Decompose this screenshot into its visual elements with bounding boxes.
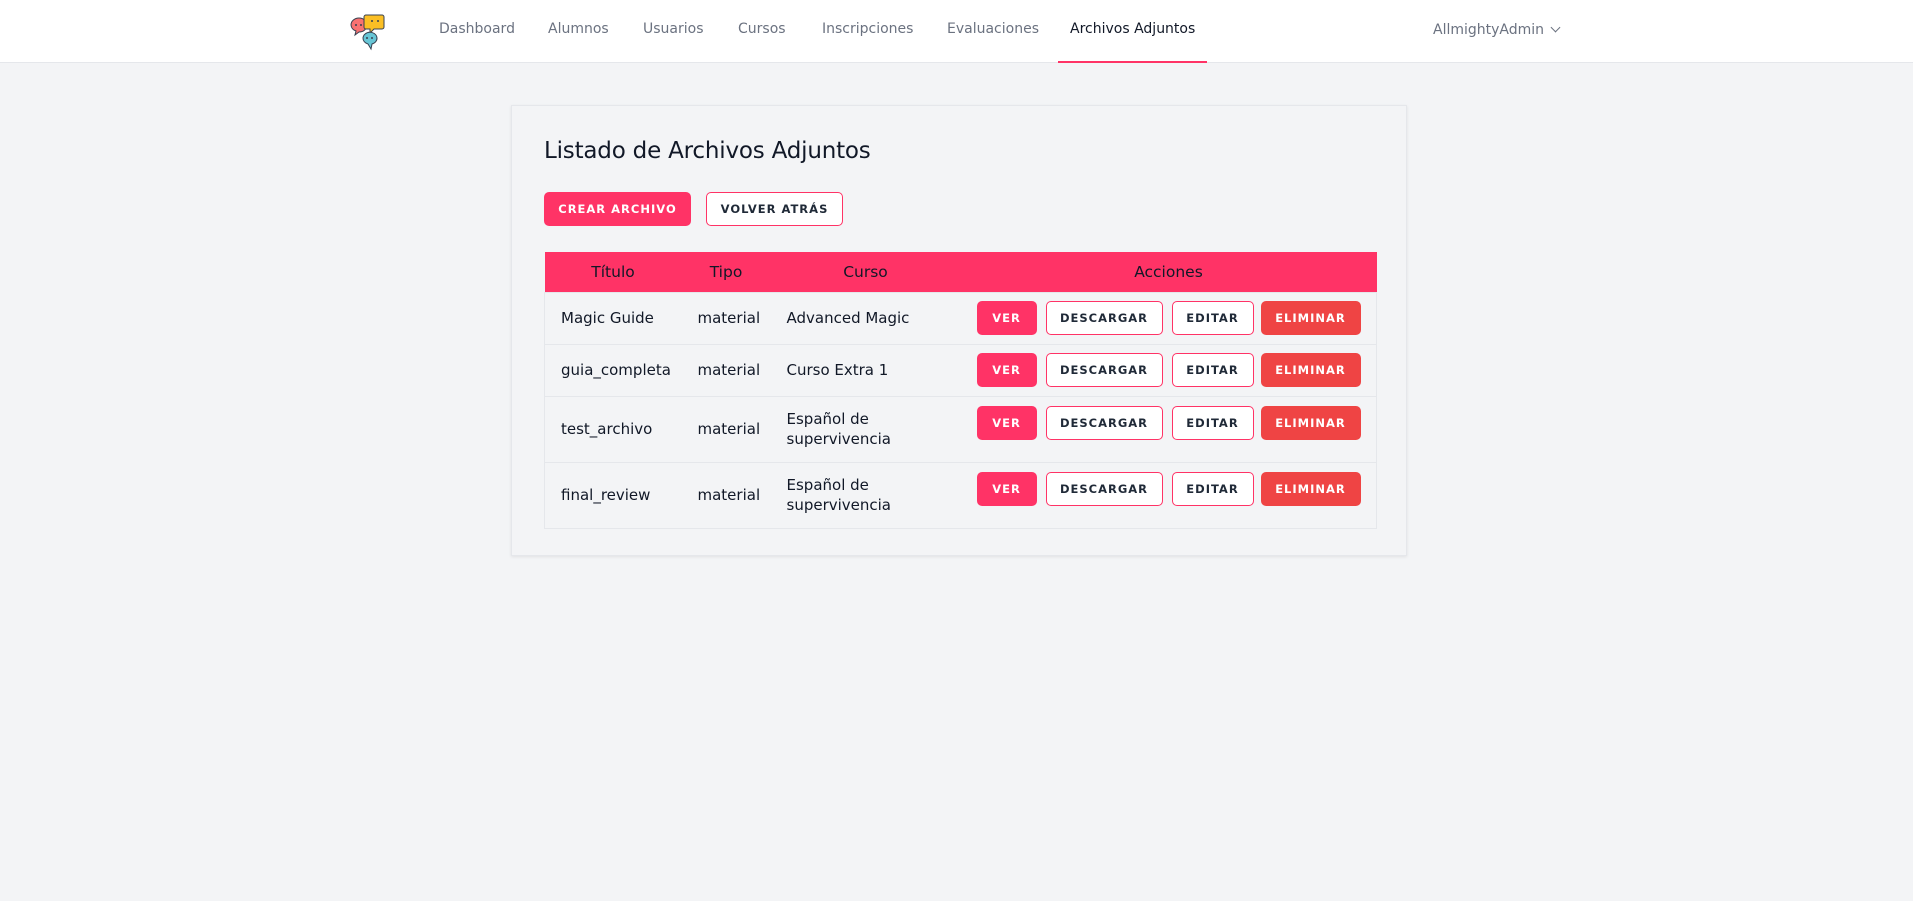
nav-evaluaciones[interactable]: Evaluaciones: [947, 0, 1039, 63]
table-row: final_review material Español de supervi…: [544, 461, 1377, 529]
column-header-acciones: Acciones: [960, 252, 1377, 292]
user-name: AllmightyAdmin: [1433, 22, 1545, 38]
cell-curso: Curso Extra 1: [770, 343, 961, 396]
nav-usuarios[interactable]: Usuarios: [643, 0, 704, 63]
view-button[interactable]: VER: [976, 405, 1037, 440]
view-button[interactable]: VER: [976, 301, 1037, 335]
page-title: Listado de Archivos Adjuntos: [544, 138, 871, 164]
attachments-card: Listado de Archivos Adjuntos CREAR ARCHI…: [511, 105, 1407, 556]
create-file-button[interactable]: CREAR ARCHIVO: [544, 192, 691, 226]
delete-button[interactable]: ELIMINAR: [1260, 301, 1361, 335]
download-button[interactable]: DESCARGAR: [1045, 301, 1163, 335]
cell-tipo: material: [681, 461, 771, 529]
nav-alumnos[interactable]: Alumnos: [548, 0, 609, 63]
column-header-tipo: Tipo: [681, 252, 771, 292]
delete-button[interactable]: ELIMINAR: [1260, 353, 1361, 387]
cell-titulo: final_review: [544, 461, 682, 529]
column-header-titulo: Título: [544, 252, 682, 292]
column-header-curso: Curso: [770, 252, 961, 292]
download-button[interactable]: DESCARGAR: [1045, 353, 1163, 387]
view-button[interactable]: VER: [976, 353, 1037, 387]
cell-actions: VER DESCARGAR EDITAR ELIMINAR: [960, 291, 1377, 344]
app-logo-icon[interactable]: [347, 11, 389, 51]
cell-titulo: Magic Guide: [544, 291, 682, 344]
cell-actions: VER DESCARGAR EDITAR ELIMINAR: [960, 395, 1377, 462]
download-button[interactable]: DESCARGAR: [1045, 405, 1163, 440]
chevron-down-icon: [1550, 22, 1561, 33]
top-navbar: Dashboard Alumnos Usuarios Cursos Inscri…: [0, 0, 1913, 63]
cell-titulo: test_archivo: [544, 395, 682, 462]
nav-archivos-adjuntos[interactable]: Archivos Adjuntos: [1057, 0, 1208, 63]
cell-curso: Español de supervivencia: [770, 461, 961, 529]
delete-button[interactable]: ELIMINAR: [1260, 471, 1361, 506]
table-row: guia_completa material Curso Extra 1 VER…: [544, 343, 1377, 396]
nav-cursos[interactable]: Cursos: [738, 0, 786, 63]
cell-tipo: material: [681, 291, 771, 344]
download-button[interactable]: DESCARGAR: [1045, 471, 1163, 506]
nav-inscripciones[interactable]: Inscripciones: [822, 0, 913, 63]
back-button[interactable]: VOLVER ATRÁS: [706, 192, 843, 226]
view-button[interactable]: VER: [976, 471, 1037, 506]
table-row: test_archivo material Español de supervi…: [544, 395, 1377, 462]
delete-button[interactable]: ELIMINAR: [1260, 405, 1361, 440]
attachments-table: Título Tipo Curso Acciones Magic Guide m…: [544, 252, 1377, 529]
cell-actions: VER DESCARGAR EDITAR ELIMINAR: [960, 343, 1377, 396]
edit-button[interactable]: EDITAR: [1171, 301, 1254, 335]
edit-button[interactable]: EDITAR: [1171, 405, 1254, 440]
cell-tipo: material: [681, 395, 771, 462]
cell-tipo: material: [681, 343, 771, 396]
nav-dashboard[interactable]: Dashboard: [439, 0, 515, 63]
cell-actions: VER DESCARGAR EDITAR ELIMINAR: [960, 461, 1377, 529]
user-menu[interactable]: AllmightyAdmin: [1433, 0, 1561, 63]
edit-button[interactable]: EDITAR: [1171, 353, 1254, 387]
edit-button[interactable]: EDITAR: [1171, 471, 1254, 506]
table-header-row: Título Tipo Curso Acciones: [544, 252, 1377, 292]
cell-curso: Español de supervivencia: [770, 395, 961, 462]
cell-curso: Advanced Magic: [770, 291, 961, 344]
table-row: Magic Guide material Advanced Magic VER …: [544, 291, 1377, 344]
cell-titulo: guia_completa: [544, 343, 682, 396]
